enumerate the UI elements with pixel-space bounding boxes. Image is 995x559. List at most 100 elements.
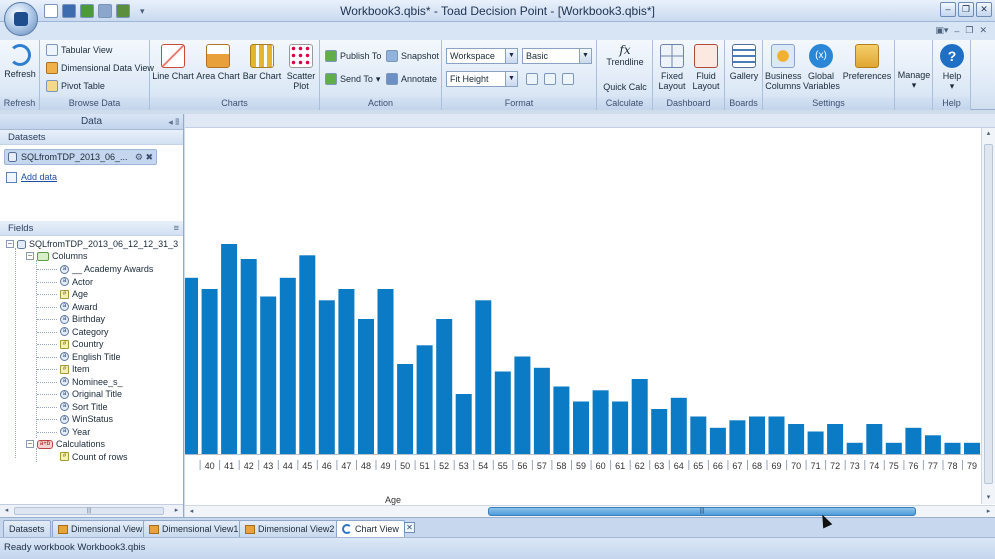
label-format-icon[interactable] — [544, 73, 556, 85]
tab-dimensional-view2[interactable]: Dimensional View2 — [239, 520, 341, 537]
chart-bar[interactable] — [964, 442, 980, 455]
field-item[interactable]: a __ Academy Awards — [60, 263, 153, 276]
grid-format-icon[interactable] — [526, 73, 538, 85]
chart-bar[interactable] — [729, 420, 746, 455]
field-item[interactable]: a Birthday — [60, 313, 105, 326]
global-variables-button[interactable]: (x) Global Variables — [803, 44, 840, 91]
close-child-icon[interactable]: ✕ — [979, 25, 987, 36]
window-list-icon[interactable]: ▣▾ — [935, 25, 948, 36]
chart-bar[interactable] — [827, 424, 844, 454]
scroll-left-icon[interactable]: ◂ — [186, 506, 197, 517]
chart-bar[interactable] — [573, 401, 589, 455]
chart-bar[interactable] — [651, 409, 668, 454]
scroll-left-icon[interactable]: ◂ — [1, 506, 12, 516]
chart-bar[interactable] — [455, 394, 472, 454]
annotate-button[interactable]: Annotate — [386, 73, 437, 85]
workspace-dropdown[interactable]: Workspace ▼ — [446, 48, 518, 64]
field-item[interactable]: # Country — [60, 338, 104, 351]
bar-chart[interactable]: 40 41 42 43 44 45 46 47 48 49 50 51 52 53 54 55 56 57 58 59… — [185, 128, 981, 492]
scroll-right-icon[interactable]: ▸ — [983, 506, 994, 517]
scroll-up-icon[interactable]: ▴ — [982, 128, 995, 140]
tree-root-dataset[interactable]: – SQLfromTDP_2013_06_12_12_31_3 — [6, 238, 178, 251]
field-item[interactable]: a Year — [60, 426, 90, 439]
collapse-panel-icon[interactable]: ◂ ⫴ — [168, 114, 179, 130]
chart-bar[interactable] — [397, 364, 414, 454]
chart-bar[interactable] — [768, 416, 785, 455]
chart-bar[interactable] — [592, 390, 609, 455]
fluid-layout-button[interactable]: Fluid Layout — [689, 44, 723, 91]
chart-bar[interactable] — [612, 401, 629, 455]
chart-bar[interactable] — [338, 289, 355, 454]
tab-chart-view[interactable]: Chart View — [336, 520, 405, 537]
chart-bar[interactable] — [377, 289, 394, 454]
area-chart-button[interactable]: Area Chart — [196, 44, 240, 81]
tab-dimensional-view1[interactable]: Dimensional View1 — [143, 520, 245, 537]
field-item[interactable]: # Age — [60, 288, 88, 301]
dimensional-data-view-button[interactable]: Dimensional Data View — [46, 62, 154, 74]
chart-bar[interactable] — [846, 442, 863, 455]
refresh-button[interactable]: Refresh — [4, 44, 36, 79]
chart-bar[interactable] — [436, 319, 453, 454]
field-item[interactable]: a English Title — [60, 351, 121, 364]
restore-child-icon[interactable]: ❐ — [965, 25, 973, 36]
preferences-button[interactable]: Preferences — [841, 44, 893, 81]
manage-button[interactable]: Manage ▾ — [897, 70, 931, 90]
scatter-plot-button[interactable]: Scatter Plot — [284, 44, 318, 91]
chart-vertical-scrollbar[interactable]: ▴ ▾ — [981, 128, 995, 504]
publish-to-button[interactable]: Publish To — [325, 50, 381, 62]
dataset-item[interactable]: SQLfromTDP_2013_06_... ⚙ ✖ — [4, 149, 157, 165]
bar-chart-button[interactable]: Bar Chart — [242, 44, 282, 81]
send-to-button[interactable]: Send To ▾ — [325, 73, 380, 85]
chart-bar[interactable] — [905, 427, 922, 455]
application-menu-button[interactable] — [4, 2, 38, 36]
field-count-of-rows[interactable]: # Count of rows — [60, 451, 128, 464]
chart-bar[interactable] — [866, 424, 883, 454]
field-item[interactable]: a Nominee_s_ — [60, 376, 123, 389]
tree-columns-folder[interactable]: – Columns — [26, 250, 88, 263]
field-item[interactable]: a Category — [60, 326, 109, 339]
chart-bar[interactable] — [185, 277, 198, 455]
chart-bar[interactable] — [201, 289, 218, 454]
dataset-options-icon[interactable]: ⚙ ✖ — [135, 150, 153, 164]
trendline-button[interactable]: fx Trendline — [599, 43, 651, 67]
field-item[interactable]: a Original Title — [60, 388, 122, 401]
snapshot-button[interactable]: Snapshot — [386, 50, 439, 62]
restore-button[interactable]: ❐ — [958, 2, 974, 17]
field-item[interactable]: a WinStatus — [60, 413, 113, 426]
chart-bar[interactable] — [553, 386, 570, 455]
minimize-button[interactable]: – — [940, 2, 956, 17]
field-item[interactable]: a Actor — [60, 276, 93, 289]
data-panel-horizontal-scrollbar[interactable]: ◂ ||| ▸ — [0, 504, 183, 517]
scroll-thumb[interactable] — [984, 144, 993, 484]
field-item[interactable]: a Sort Title — [60, 401, 108, 414]
chart-bar[interactable] — [924, 435, 941, 455]
minimize-child-icon[interactable]: – — [954, 26, 959, 36]
fit-height-dropdown[interactable]: Fit Height ▼ — [446, 71, 518, 87]
chart-bar[interactable] — [318, 300, 335, 455]
fields-menu-icon[interactable]: ≡ — [173, 221, 179, 236]
chart-bar[interactable] — [749, 416, 765, 455]
chart-bar[interactable] — [299, 255, 316, 455]
chart-bar[interactable] — [944, 442, 961, 455]
fixed-layout-button[interactable]: Fixed Layout — [655, 44, 689, 91]
field-item[interactable]: # Item — [60, 363, 90, 376]
chart-bar[interactable] — [514, 356, 531, 455]
help-button[interactable]: ? Help ▾ — [935, 44, 969, 91]
line-chart-button[interactable]: Line Chart — [152, 44, 194, 81]
close-button[interactable]: ✕ — [976, 2, 992, 17]
chart-bar[interactable] — [788, 424, 805, 454]
tree-calculations-folder[interactable]: – a+b Calculations — [26, 438, 105, 451]
gallery-button[interactable]: Gallery — [727, 44, 761, 81]
chart-bar[interactable] — [358, 319, 374, 454]
tab-datasets[interactable]: Datasets — [3, 520, 51, 537]
add-data-link[interactable]: Add data — [6, 170, 183, 184]
chart-bar[interactable] — [416, 345, 433, 455]
chart-bar[interactable] — [240, 259, 257, 454]
scroll-thumb[interactable]: ||| — [14, 507, 164, 515]
style-dropdown[interactable]: Basic ▼ — [522, 48, 592, 64]
tabular-view-button[interactable]: Tabular View — [46, 44, 112, 56]
field-item[interactable]: a Award — [60, 301, 97, 314]
pivot-table-button[interactable]: Pivot Table — [46, 80, 105, 92]
collapse-icon[interactable]: – — [6, 240, 14, 249]
chart-bar[interactable] — [670, 397, 687, 455]
